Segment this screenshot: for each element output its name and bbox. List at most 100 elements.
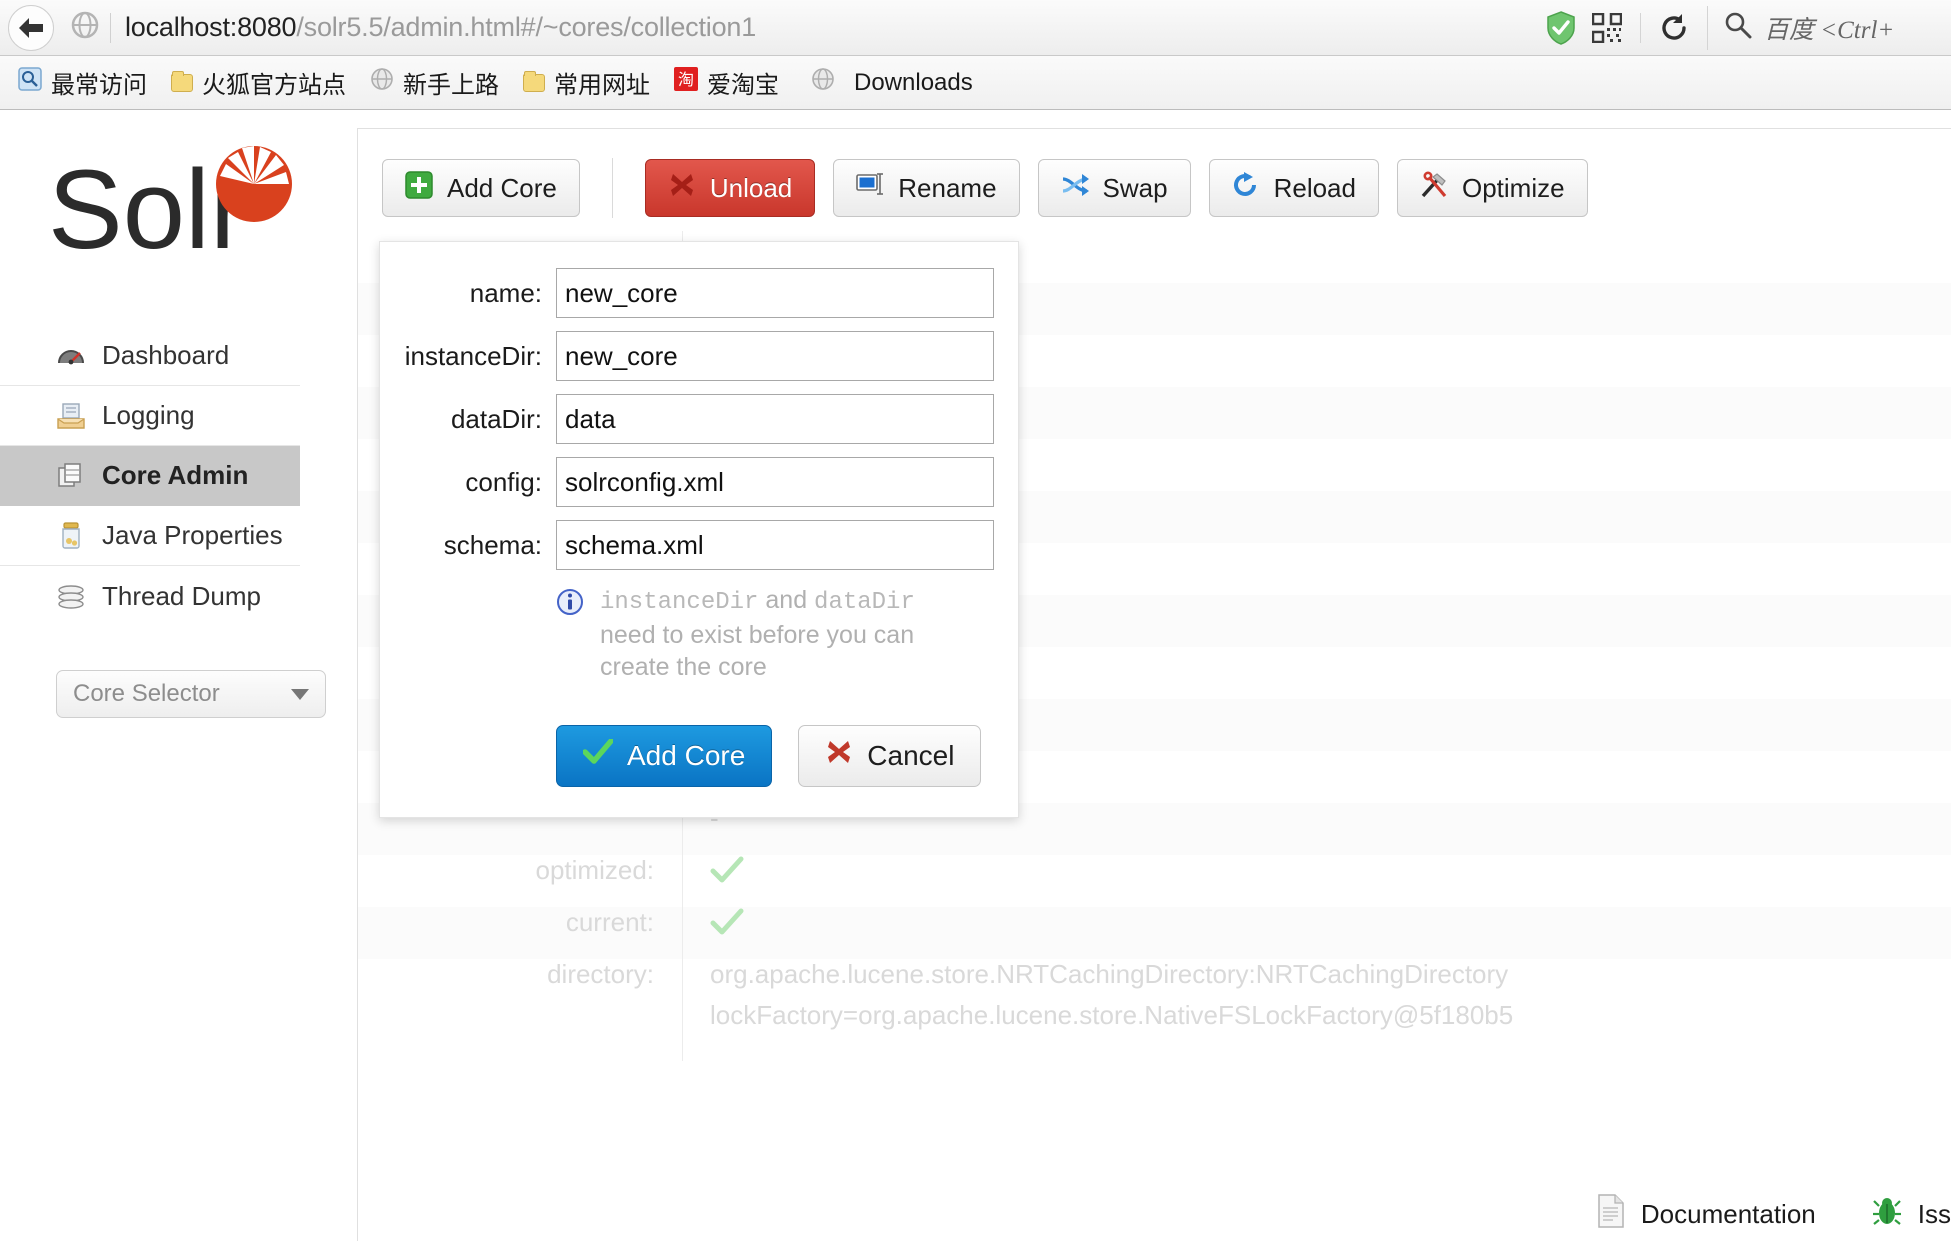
cross-glyph xyxy=(670,173,693,196)
name-label: name: xyxy=(469,277,542,308)
directory-line-2: lockFactory=org.apache.lucene.store.Nati… xyxy=(710,1000,1514,1030)
qrcode-glyph xyxy=(1592,12,1622,43)
search-icon xyxy=(1724,11,1752,44)
rename-button-label: Rename xyxy=(898,172,997,203)
dialog-actions: Add Core Cancel xyxy=(556,724,994,787)
detail-label: current: xyxy=(565,907,654,937)
sidebar-item-label: Java Properties xyxy=(102,520,283,550)
document-glyph xyxy=(1598,1194,1624,1228)
dialog-cancel-button[interactable]: Cancel xyxy=(798,724,982,787)
back-arrow-icon[interactable] xyxy=(8,4,54,51)
footer: Documentation Iss xyxy=(1597,1194,1951,1235)
bookmark-label: 最常访问 xyxy=(51,72,147,99)
bookmark-label: 火狐官方站点 xyxy=(202,72,346,99)
document-icon xyxy=(1597,1194,1625,1235)
info-glyph xyxy=(557,589,583,615)
taobao-glyph: 淘 xyxy=(674,67,698,91)
form-row: instanceDir: xyxy=(404,331,994,381)
instancedir-field[interactable] xyxy=(556,331,994,381)
sidebar-item-java-properties[interactable]: Java Properties xyxy=(0,506,300,566)
qrcode-icon[interactable] xyxy=(1588,7,1626,49)
jar-glyph xyxy=(62,521,80,549)
threads-icon xyxy=(56,581,86,611)
bookmark-label: 爱淘宝 xyxy=(707,72,779,99)
dialog-add-core-button[interactable]: Add Core xyxy=(556,724,773,787)
bug-glyph xyxy=(1872,1198,1901,1225)
solr-logo[interactable]: Solr xyxy=(48,140,298,280)
jar-icon xyxy=(56,521,86,551)
core-selector-dropdown[interactable]: Core Selector xyxy=(56,670,326,718)
address-bar[interactable]: localhost:8080/solr5.5/admin.html#/~core… xyxy=(125,12,1538,43)
datadir-field[interactable] xyxy=(556,394,994,444)
green-check-icon xyxy=(682,907,744,944)
rename-button[interactable]: Rename xyxy=(833,159,1020,217)
schema-label: schema: xyxy=(443,529,542,560)
swap-arrows-icon xyxy=(1061,171,1089,206)
add-core-button[interactable]: Add Core xyxy=(382,159,580,217)
bookmark-label: 新手上路 xyxy=(403,72,499,99)
circular-arrow-glyph xyxy=(1233,171,1256,196)
solr-logo-glyph: Solr xyxy=(48,146,292,272)
sidebar-item-dashboard[interactable]: Dashboard xyxy=(0,326,300,386)
schema-field[interactable] xyxy=(556,520,994,570)
form-row: name: xyxy=(404,268,994,318)
unload-button[interactable]: Unload xyxy=(644,159,816,217)
circular-arrow-icon xyxy=(1232,171,1260,206)
add-core-button-label: Add Core xyxy=(447,172,557,203)
documentation-link[interactable]: Documentation xyxy=(1597,1194,1816,1235)
note-tail: need to exist before you can create the … xyxy=(600,620,915,681)
swap-button-label: Swap xyxy=(1102,172,1168,203)
detail-row-directory: directory: org.apache.lucene.store.NRTCa… xyxy=(358,959,1951,1063)
dialog-add-core-label: Add Core xyxy=(627,739,746,771)
gauge-icon xyxy=(56,341,86,371)
datadir-label: dataDir: xyxy=(450,403,542,434)
bookmark-common-sites[interactable]: 常用网址 xyxy=(513,61,660,104)
optimize-button-label: Optimize xyxy=(1461,172,1565,203)
green-check-icon xyxy=(582,738,614,772)
toolbar-actions: 百度 <Ctrl+ xyxy=(1538,5,1951,50)
sidebar-item-label: Core Admin xyxy=(102,460,249,490)
globe-icon xyxy=(70,10,100,45)
sidebar-item-label: Logging xyxy=(102,400,195,430)
sidebar-item-core-admin[interactable]: Core Admin xyxy=(0,446,300,506)
gauge-glyph xyxy=(58,349,84,364)
info-icon xyxy=(556,588,584,683)
url-divider xyxy=(110,12,111,43)
optimize-button[interactable]: Optimize xyxy=(1396,159,1588,217)
green-check-glyph xyxy=(710,856,744,883)
reload-button[interactable]: Reload xyxy=(1208,159,1379,217)
reload-icon[interactable] xyxy=(1655,7,1693,49)
name-field[interactable] xyxy=(556,268,994,318)
detail-row-optimized: optimized: xyxy=(358,855,1951,907)
bookmark-downloads[interactable]: Downloads xyxy=(801,63,983,102)
url-host: localhost:8080 xyxy=(125,12,297,42)
solr-admin-page: Solr Dashboard Logging Core Admin Java P… xyxy=(0,110,1951,1241)
bookmark-firefox-site[interactable]: 火狐官方站点 xyxy=(161,61,356,104)
screen-glyph xyxy=(856,172,884,195)
swap-button[interactable]: Swap xyxy=(1037,159,1191,217)
bookmark-most-visited[interactable]: 最常访问 xyxy=(8,61,157,104)
detail-label: optimized: xyxy=(535,855,655,885)
bookmark-getting-started[interactable]: 新手上路 xyxy=(360,61,509,104)
sidebar-item-thread-dump[interactable]: Thread Dump xyxy=(0,566,300,626)
sidebar-item-label: Dashboard xyxy=(102,340,230,370)
search-input[interactable]: 百度 <Ctrl+ xyxy=(1707,5,1947,50)
logging-icon xyxy=(56,401,86,431)
globe-glyph xyxy=(371,68,393,90)
green-check-icon xyxy=(682,855,744,892)
bookmark-taobao[interactable]: 淘 爱淘宝 xyxy=(664,61,789,104)
screen-icon xyxy=(856,172,884,205)
note-code-datadir: dataDir xyxy=(814,589,915,616)
config-field[interactable] xyxy=(556,457,994,507)
svg-text:淘: 淘 xyxy=(678,70,694,89)
folder-icon xyxy=(171,70,193,92)
cores-glyph xyxy=(58,462,81,487)
shield-icon[interactable] xyxy=(1542,7,1580,49)
red-cross-icon xyxy=(825,738,853,773)
issue-tracker-link[interactable]: Iss xyxy=(1872,1196,1951,1233)
form-row: config: xyxy=(404,457,994,507)
sidebar-nav: Dashboard Logging Core Admin Java Proper… xyxy=(0,326,300,626)
instancedir-label: instanceDir: xyxy=(404,340,542,371)
sidebar-item-logging[interactable]: Logging xyxy=(0,386,300,446)
add-core-dialog: name: instanceDir: dataDir: config: sche… xyxy=(379,241,1019,818)
